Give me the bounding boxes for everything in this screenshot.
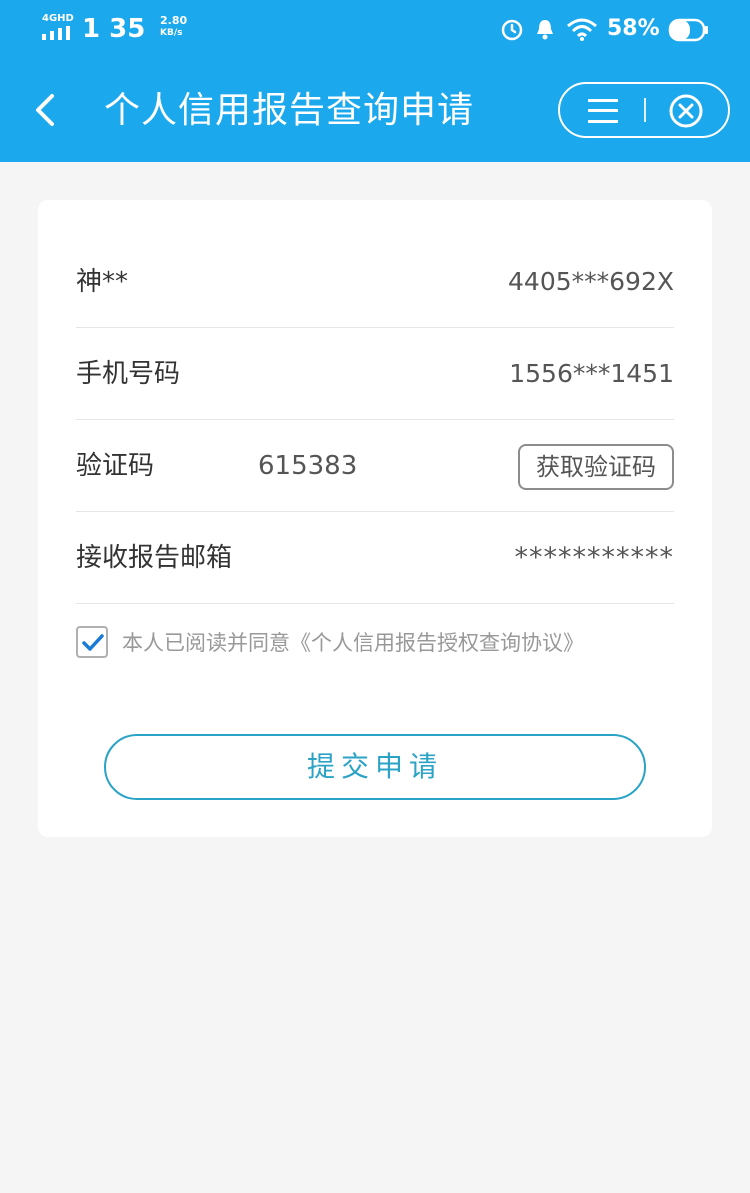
get-code-button[interactable]: 获取验证码 (518, 444, 674, 490)
network-speed: 2.80 KB/s (160, 15, 187, 39)
signal-icon (42, 26, 70, 40)
alarm-icon (501, 19, 523, 41)
mini-program-capsule (558, 82, 730, 138)
name-row: 神** 4405***692X (76, 236, 674, 328)
phone-label: 手机号码 (76, 359, 181, 389)
phone-value: 1556***1451 (509, 359, 674, 388)
email-row: 接收报告邮箱 *********** (76, 512, 674, 604)
network-type: 4GHD (42, 13, 74, 24)
submit-button[interactable]: 提交申请 (104, 734, 646, 800)
email-label: 接收报告邮箱 (76, 543, 233, 573)
bell-icon (537, 20, 553, 40)
capsule-divider (644, 98, 646, 122)
phone-row: 手机号码 1556***1451 (76, 328, 674, 420)
verification-code-row: 验证码 615383 获取验证码 (76, 420, 674, 512)
name-label: 神** (76, 267, 129, 297)
menu-icon[interactable] (586, 97, 620, 125)
agreement: 本人已阅读并同意《个人信用报告授权查询协议》 (76, 626, 676, 660)
agreement-text[interactable]: 本人已阅读并同意《个人信用报告授权查询协议》 (122, 626, 584, 660)
close-circle-icon[interactable] (668, 93, 704, 129)
battery-percent: 58% (607, 16, 660, 41)
status-bar: 4GHD 1 35 2.80 KB/s 58% (0, 0, 750, 60)
checkmark-icon (82, 634, 104, 651)
agree-checkbox[interactable] (76, 626, 108, 658)
id-number-value: 4405***692X (508, 267, 674, 296)
speed-value: 2.80 (160, 14, 188, 27)
code-input[interactable]: 615383 (258, 420, 357, 512)
clock: 1 35 (82, 14, 146, 44)
email-value[interactable]: *********** (515, 512, 675, 604)
application-form-card: 神** 4405***692X 手机号码 1556***1451 验证码 615… (38, 200, 712, 837)
chevron-left-icon[interactable] (28, 88, 64, 132)
wifi-icon (567, 18, 597, 41)
code-label: 验证码 (76, 451, 155, 481)
app-header: 4GHD 1 35 2.80 KB/s 58% 个人信用报告查询申请 (0, 0, 750, 162)
battery-icon (668, 18, 708, 42)
page-title: 个人信用报告查询申请 (104, 90, 475, 131)
speed-unit: KB/s (160, 28, 183, 38)
